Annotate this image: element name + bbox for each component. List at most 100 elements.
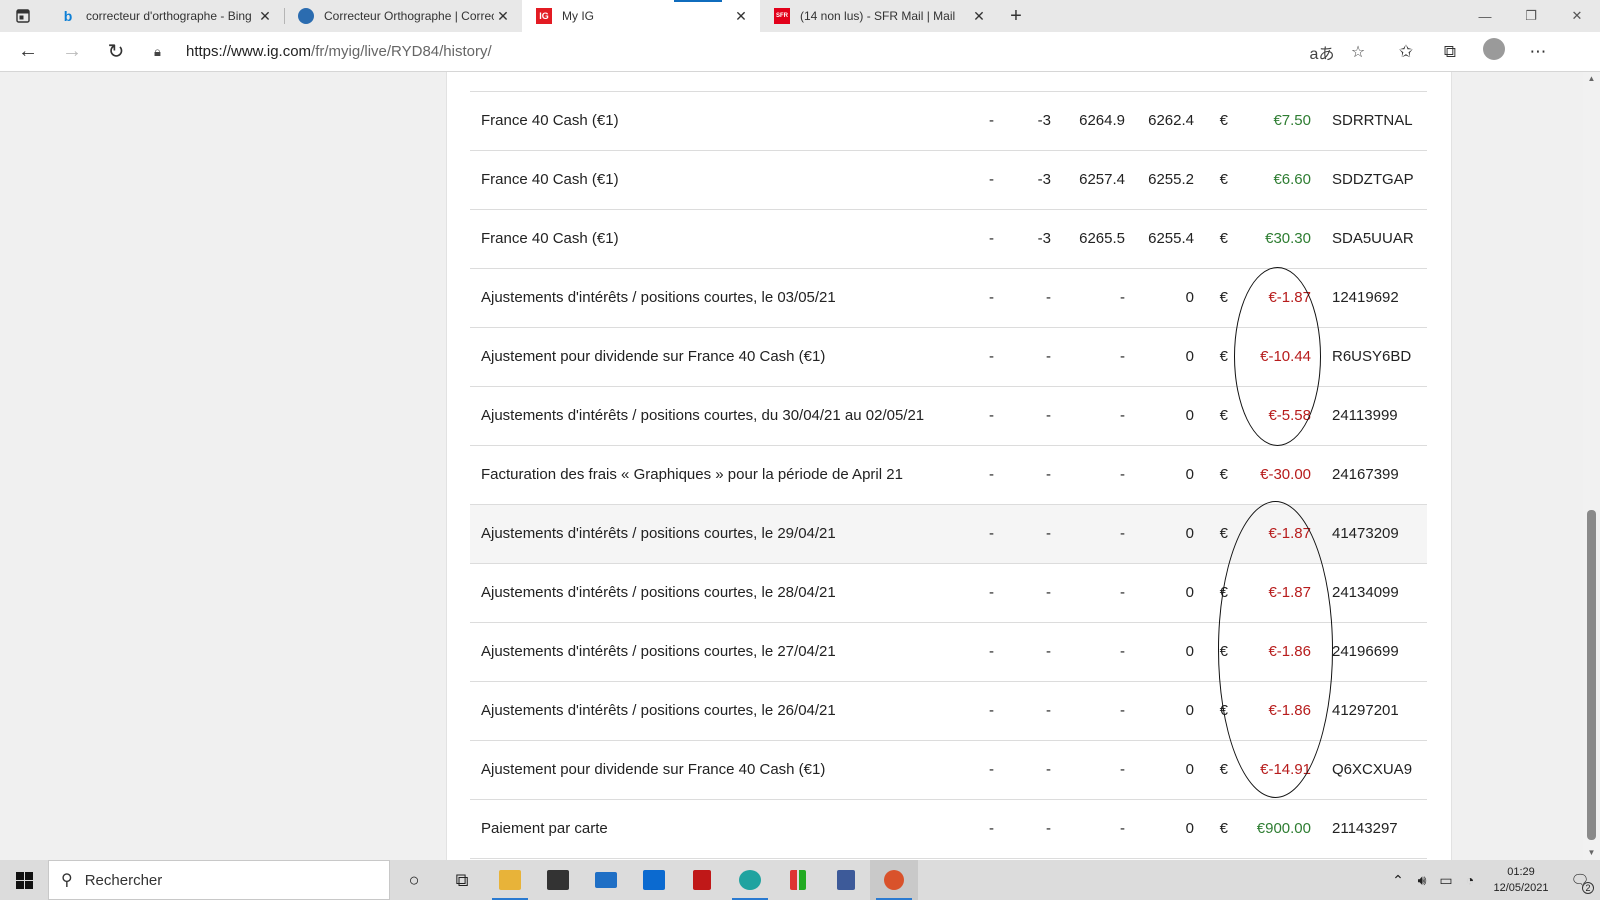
restore-icon[interactable]: ❐: [1508, 0, 1554, 32]
favorites-icon[interactable]: ✩: [1384, 42, 1428, 62]
read-aloud-icon[interactable]: aあ: [1304, 40, 1340, 64]
tab-actions-button[interactable]: [0, 0, 46, 32]
notification-center-button[interactable]: 🗨︎ 2: [1560, 871, 1600, 894]
back-button[interactable]: ←: [6, 32, 50, 72]
row-col-1: -: [970, 740, 994, 800]
row-currency: €: [1194, 72, 1228, 92]
address-bar[interactable]: 🔒︎ https://www.ig.com/fr/myig/live/RYD84…: [144, 37, 1376, 67]
trading-app-button[interactable]: [774, 860, 822, 900]
url-path: /fr/myig/live/RYD84/history/: [311, 43, 492, 60]
row-col-1: -: [970, 622, 994, 682]
row-size: -: [994, 740, 1051, 800]
store-button[interactable]: [534, 860, 582, 900]
row-reference: 12419692: [1314, 268, 1427, 328]
row-open-level: 6247.5: [1051, 72, 1125, 92]
taskbar-search-box[interactable]: ⚲ Rechercher: [48, 860, 390, 900]
volume-icon[interactable]: 🔊︎: [1410, 872, 1434, 889]
row-amount: €-30.00: [1228, 445, 1314, 505]
clock[interactable]: 01:29 12/05/2021: [1482, 864, 1560, 896]
start-button[interactable]: [0, 860, 48, 900]
mcafee-button[interactable]: [678, 860, 726, 900]
add-favorite-icon[interactable]: ☆: [1340, 42, 1376, 62]
new-tab-button[interactable]: +: [998, 0, 1034, 32]
calculator-button[interactable]: [822, 860, 870, 900]
row-reference: 24113999: [1314, 386, 1427, 446]
table-row[interactable]: Ajustements d'intérêts / positions court…: [470, 563, 1427, 623]
scroll-up-icon[interactable]: ▲: [1583, 72, 1600, 86]
row-currency: €: [1194, 799, 1228, 859]
table-row[interactable]: Ajustement pour dividende sur France 40 …: [470, 740, 1427, 800]
close-tab-icon[interactable]: ✕: [970, 8, 988, 25]
row-size: -3: [994, 91, 1051, 151]
row-col-1: -: [970, 563, 994, 623]
table-row[interactable]: France 40 Cash (€1)--36247.56245.7€€5.40…: [470, 72, 1427, 92]
table-row[interactable]: Ajustements d'intérêts / positions court…: [470, 504, 1427, 564]
row-open-level: -: [1051, 445, 1125, 505]
row-close-level: 0: [1125, 740, 1194, 800]
table-row[interactable]: France 40 Cash (€1) - -3 6265.5 6255.4 € €30.3…: [470, 209, 1427, 269]
tab-title: My IG: [562, 9, 594, 23]
window-controls: — ❐ ✕: [1462, 0, 1600, 32]
outlook-button[interactable]: [630, 860, 678, 900]
table-row[interactable]: France 40 Cash (€1) - -3 6264.9 6262.4 € €7.50…: [470, 91, 1427, 151]
row-amount: €5.40: [1228, 72, 1314, 92]
browser-tab[interactable]: Correcteur Orthographe | Correc ✕: [284, 0, 522, 32]
table-row[interactable]: Facturation des frais « Graphiques » pou…: [470, 445, 1427, 505]
row-amount: €-1.87: [1228, 504, 1314, 564]
row-col-1: -: [970, 799, 994, 859]
row-currency: €: [1194, 681, 1228, 741]
chevron-up-icon[interactable]: ⌃: [1386, 872, 1410, 889]
collections-icon[interactable]: ⧉: [1428, 42, 1472, 62]
mail-app-button[interactable]: [582, 860, 630, 900]
browser-tab[interactable]: SFR (14 non lus) - SFR Mail | Mail ✕: [760, 0, 998, 32]
row-col-1: -: [970, 150, 994, 210]
row-close-level: 0: [1125, 445, 1194, 505]
calculator-icon: [837, 870, 855, 890]
forward-button[interactable]: →: [50, 32, 94, 72]
minimize-icon[interactable]: —: [1462, 0, 1508, 32]
cortana-button[interactable]: ○: [390, 860, 438, 900]
file-explorer-button[interactable]: [486, 860, 534, 900]
tab-title: correcteur d'orthographe - Bing: [86, 9, 252, 23]
row-amount: €-1.86: [1228, 622, 1314, 682]
lock-icon[interactable]: 🔒︎: [154, 44, 172, 60]
row-size: -: [994, 445, 1051, 505]
refresh-button[interactable]: ↻: [94, 32, 138, 72]
scroll-thumb[interactable]: [1587, 510, 1596, 840]
edge-button[interactable]: [726, 860, 774, 900]
mail-icon: [595, 872, 617, 888]
row-reference: SDDZTGAP: [1314, 150, 1427, 210]
snipping-tool-button[interactable]: [870, 860, 918, 900]
table-row[interactable]: Ajustements d'intérêts / positions court…: [470, 268, 1427, 328]
row-description: Ajustements d'intérêts / positions court…: [470, 268, 970, 328]
close-window-icon[interactable]: ✕: [1554, 0, 1600, 32]
search-placeholder: Rechercher: [84, 871, 163, 889]
close-tab-icon[interactable]: ✕: [256, 8, 274, 25]
row-description: Facturation des frais « Graphiques » pou…: [470, 445, 970, 505]
row-size: -: [994, 799, 1051, 859]
task-view-button[interactable]: ⧉: [438, 860, 486, 900]
table-row[interactable]: Paiement par carte - - -0 € €900.00 21143297: [470, 799, 1427, 859]
table-row[interactable]: Ajustement pour dividende sur France 40 …: [470, 327, 1427, 387]
browser-tab[interactable]: b correcteur d'orthographe - Bing ✕: [46, 0, 284, 32]
table-row[interactable]: Ajustements d'intérêts / positions court…: [470, 622, 1427, 682]
row-open-level: -: [1051, 386, 1125, 446]
more-options-icon[interactable]: ⋯: [1516, 42, 1560, 62]
battery-icon[interactable]: ▭: [1434, 872, 1458, 889]
close-tab-icon[interactable]: ✕: [732, 8, 750, 25]
wifi-icon[interactable]: ◔: [1458, 872, 1482, 888]
arrow-right-icon: →: [62, 40, 82, 62]
row-col-1: -: [970, 504, 994, 564]
table-row[interactable]: Ajustements d'intérêts / positions court…: [470, 681, 1427, 741]
edge-icon: [739, 870, 761, 890]
close-tab-icon[interactable]: ✕: [494, 8, 512, 25]
profile-button[interactable]: [1472, 38, 1516, 65]
row-open-level: 6264.9: [1051, 91, 1125, 151]
table-row[interactable]: Ajustements d'intérêts / positions court…: [470, 386, 1427, 446]
page-scrollbar[interactable]: ▲ ▼: [1583, 72, 1600, 860]
candlestick-icon: [790, 870, 806, 890]
table-row[interactable]: France 40 Cash (€1) - -3 6257.4 6255.2 € €6.60…: [470, 150, 1427, 210]
scroll-down-icon[interactable]: ▼: [1583, 846, 1600, 860]
row-currency: €: [1194, 740, 1228, 800]
browser-tab[interactable]: IG My IG ✕: [522, 0, 760, 32]
